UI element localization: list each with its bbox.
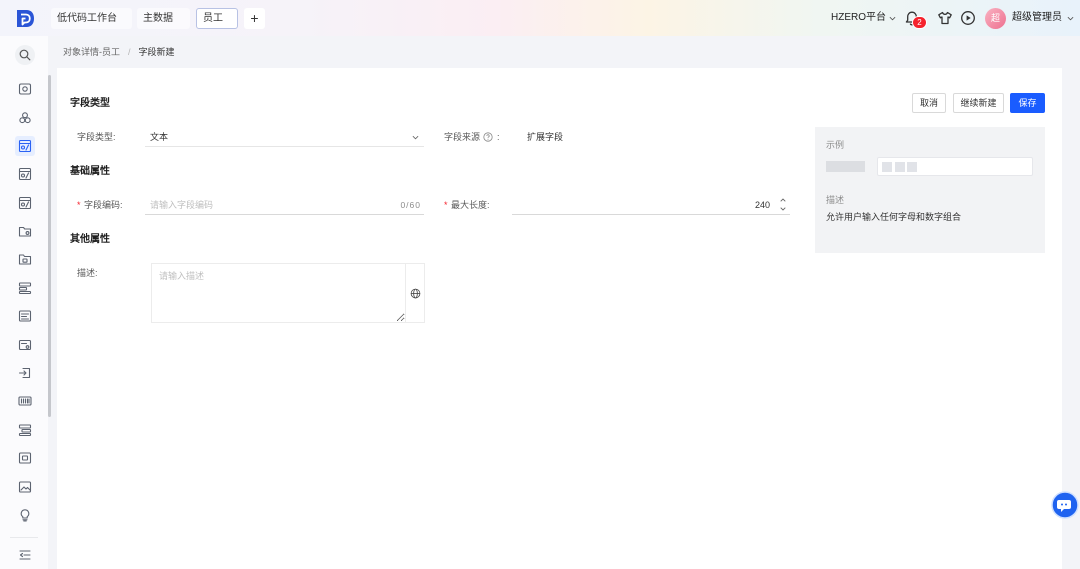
add-tab-button[interactable]: +	[244, 8, 265, 29]
breadcrumb-separator: /	[128, 47, 131, 57]
char-counter: 0/60	[400, 200, 421, 210]
field-create-form-card: 字段类型 取消 继续新建 保存 字段类型: 文本 字段来源 : 扩展字段 基础属…	[57, 68, 1062, 569]
search-icon[interactable]	[15, 45, 35, 65]
preview-char-block	[895, 162, 905, 172]
object-icon[interactable]	[15, 136, 35, 156]
card-icon[interactable]	[15, 448, 35, 468]
chevron-down-icon[interactable]	[780, 207, 786, 211]
chevron-up-icon[interactable]	[780, 198, 786, 202]
section-title-field-type: 字段类型	[70, 98, 110, 109]
tab-low-code-workbench[interactable]: 低代码工作台	[51, 8, 132, 29]
description-label: 描述:	[77, 268, 98, 278]
tab-label: 主数据	[143, 13, 173, 24]
field-type-label: 字段类型:	[77, 132, 116, 142]
required-mark: *	[77, 200, 81, 210]
question-circle-icon[interactable]	[483, 132, 493, 142]
field-code-field: 0/60	[145, 195, 424, 215]
sidebar	[0, 36, 48, 569]
sidebar-scrollbar[interactable]	[48, 75, 51, 417]
field-source-label-text: 字段来源	[444, 132, 481, 142]
cancel-button[interactable]: 取消	[912, 93, 946, 113]
field-table-icon[interactable]	[15, 193, 35, 213]
breadcrumb: 对象详情-员工 / 字段新建	[63, 46, 175, 58]
example-preview-panel: 示例 描述 允许用户输入任何字母和数字组合	[815, 127, 1045, 253]
image-icon[interactable]	[15, 477, 35, 497]
customer-service-icon	[1051, 491, 1079, 519]
max-length-input[interactable]	[512, 195, 770, 214]
preview-input-placeholder	[877, 157, 1033, 176]
preview-label-placeholder	[826, 161, 865, 172]
tab-label: 低代码工作台	[57, 13, 117, 24]
sidebar-divider	[10, 537, 38, 538]
avatar[interactable]: 超	[985, 8, 1006, 29]
chevron-down-icon[interactable]	[889, 16, 896, 21]
folder-settings-icon[interactable]	[15, 221, 35, 241]
chevron-down-icon	[412, 135, 419, 140]
folder-lock-icon[interactable]	[15, 249, 35, 269]
chevron-down-icon[interactable]	[1067, 16, 1074, 21]
field-type-select[interactable]: 文本	[145, 127, 424, 147]
globe-icon	[410, 288, 421, 299]
breadcrumb-item-current: 字段新建	[138, 47, 175, 57]
report-icon[interactable]	[15, 306, 35, 326]
form-icon[interactable]	[15, 335, 35, 355]
tab-label: 员工	[203, 13, 223, 24]
breadcrumb-item-object-detail[interactable]: 对象详情-员工	[63, 46, 120, 58]
preview-char-block	[882, 162, 892, 172]
field-code-label: 字段编码:	[84, 200, 123, 210]
top-navigation-bar: 低代码工作台 主数据 员工 + HZERO平台 2 超 超级管理员	[0, 0, 1080, 36]
preview-char-block	[907, 162, 917, 172]
section-title-basic: 基础属性	[70, 166, 110, 177]
max-length-field	[512, 195, 790, 215]
save-button[interactable]: 保存	[1010, 93, 1045, 113]
required-mark: *	[444, 200, 448, 210]
customer-service-button[interactable]	[1051, 491, 1079, 519]
preview-description-text: 允许用户输入任何字母和数字组合	[826, 212, 962, 222]
tab-master-data[interactable]: 主数据	[137, 8, 190, 29]
user-menu[interactable]: 超级管理员	[1012, 11, 1062, 25]
hierarchy-icon[interactable]	[15, 420, 35, 440]
section-title-other: 其他属性	[70, 234, 110, 245]
tab-employee[interactable]: 员工	[196, 8, 238, 29]
play-circle-icon[interactable]	[960, 10, 976, 26]
login-icon[interactable]	[15, 363, 35, 383]
process-icon[interactable]	[15, 278, 35, 298]
i18n-button[interactable]	[405, 263, 425, 323]
description-textarea[interactable]	[151, 263, 405, 323]
field-type-value: 文本	[150, 132, 169, 142]
field-source-label: 字段来源 :	[444, 131, 500, 143]
continue-create-button[interactable]: 继续新建	[953, 93, 1004, 113]
skin-icon[interactable]	[937, 10, 953, 26]
app-logo-icon[interactable]	[15, 9, 35, 28]
description-field	[151, 263, 405, 323]
screen-icon[interactable]	[15, 79, 35, 99]
field-code-input[interactable]	[145, 195, 385, 214]
field-source-colon: :	[497, 132, 500, 142]
preview-description-title: 描述	[826, 195, 845, 205]
menu-fold-icon[interactable]	[15, 545, 35, 565]
cluster-icon[interactable]	[15, 108, 35, 128]
notification-badge: 2	[912, 16, 927, 29]
data-table-icon[interactable]	[15, 164, 35, 184]
preview-title: 示例	[826, 140, 845, 150]
platform-switcher[interactable]: HZERO平台	[831, 11, 886, 25]
bulb-icon[interactable]	[15, 505, 35, 525]
keyboard-icon[interactable]	[15, 391, 35, 411]
field-source-value: 扩展字段	[527, 132, 564, 142]
max-length-label: 最大长度:	[451, 200, 490, 210]
